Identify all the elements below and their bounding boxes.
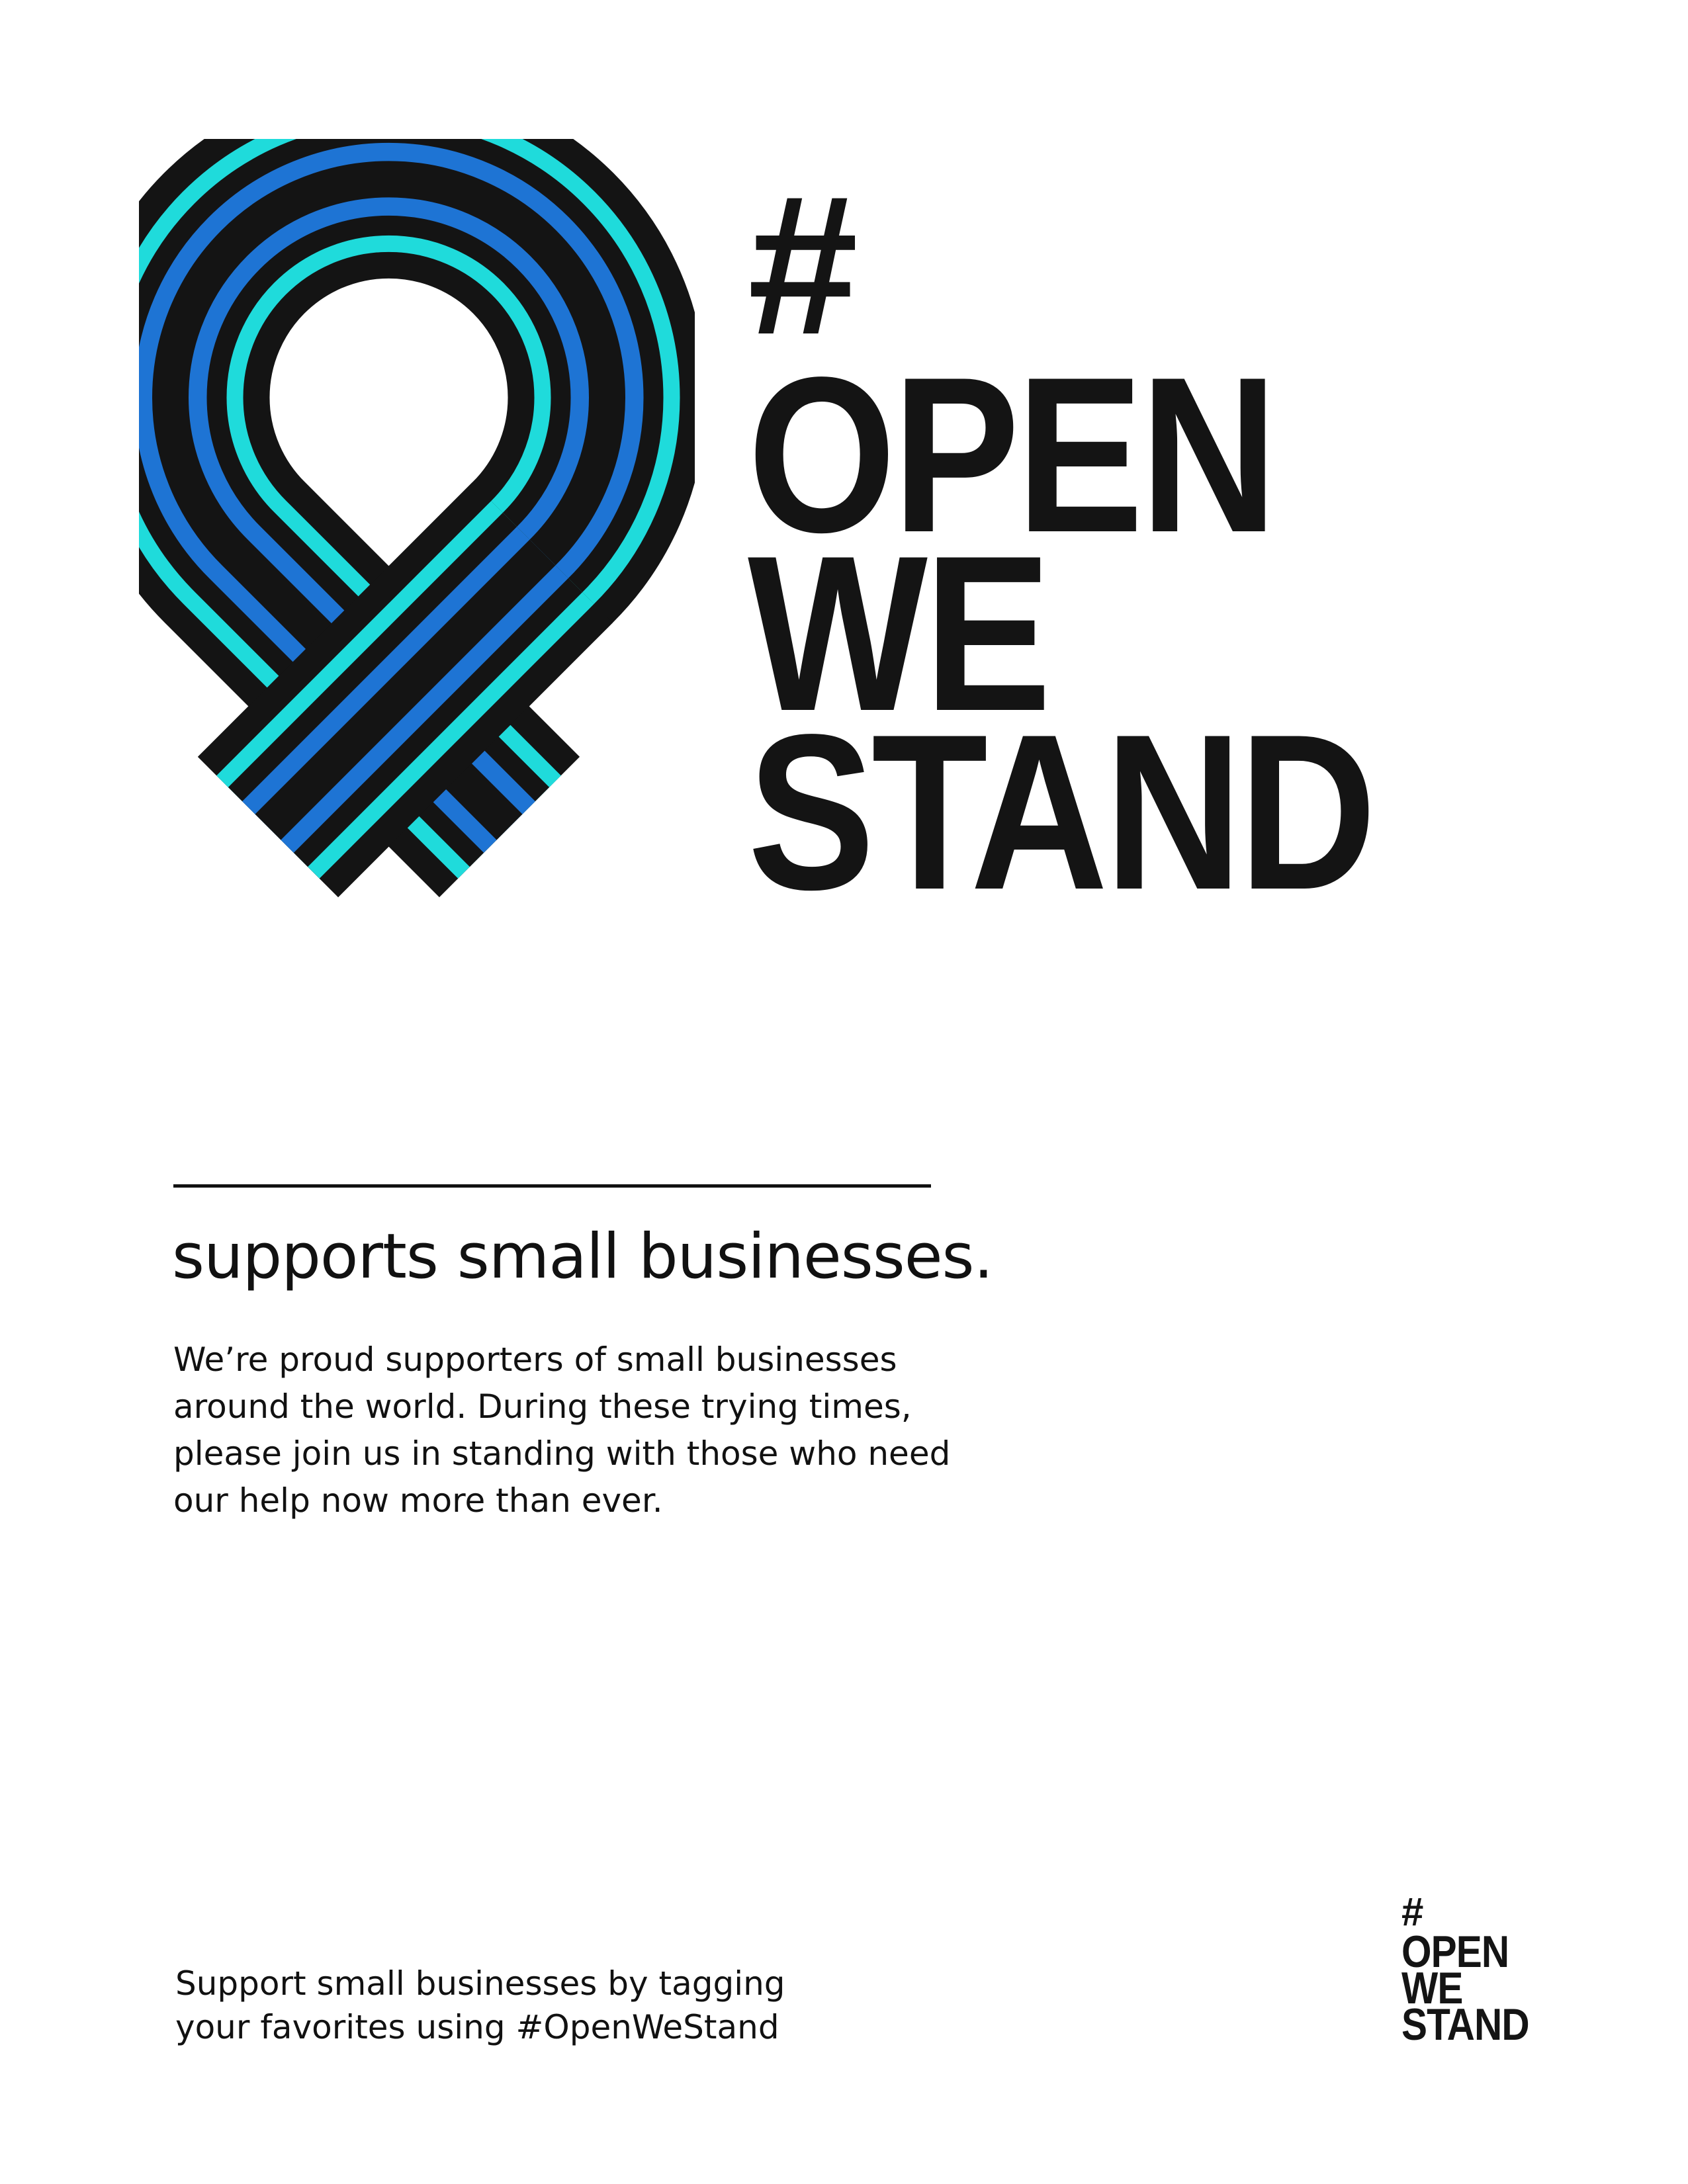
logo-hash: # <box>748 153 858 376</box>
small-logo-hash: # <box>1401 1890 1424 1934</box>
small-logo-line-stand: STAND <box>1401 1999 1530 2050</box>
brand-logo-small: # OPEN WE STAND <box>1401 1890 1600 2050</box>
small-logo-line-we: WE <box>1401 1963 1463 2013</box>
small-logo-line-open: OPEN <box>1401 1927 1509 1977</box>
footer-line-1: Support small businesses by tagging <box>175 1964 785 2003</box>
logo-line-we: WE <box>748 509 1051 757</box>
footer-text: Support small businesses by tagging your… <box>175 1962 936 2049</box>
logo-line-stand: STAND <box>748 688 1376 936</box>
awareness-ribbon-icon <box>139 139 695 926</box>
logo-line-open: OPEN <box>748 331 1278 578</box>
body-paragraph: We’re proud supporters of small business… <box>173 1340 951 1520</box>
tagline: supports small businesses. <box>172 1221 993 1293</box>
signature-line <box>173 1184 931 1188</box>
footer-line-2: your favorites using #OpenWeStand <box>175 2008 779 2046</box>
brand-logo-large: # OPEN WE STAND <box>748 153 1376 936</box>
